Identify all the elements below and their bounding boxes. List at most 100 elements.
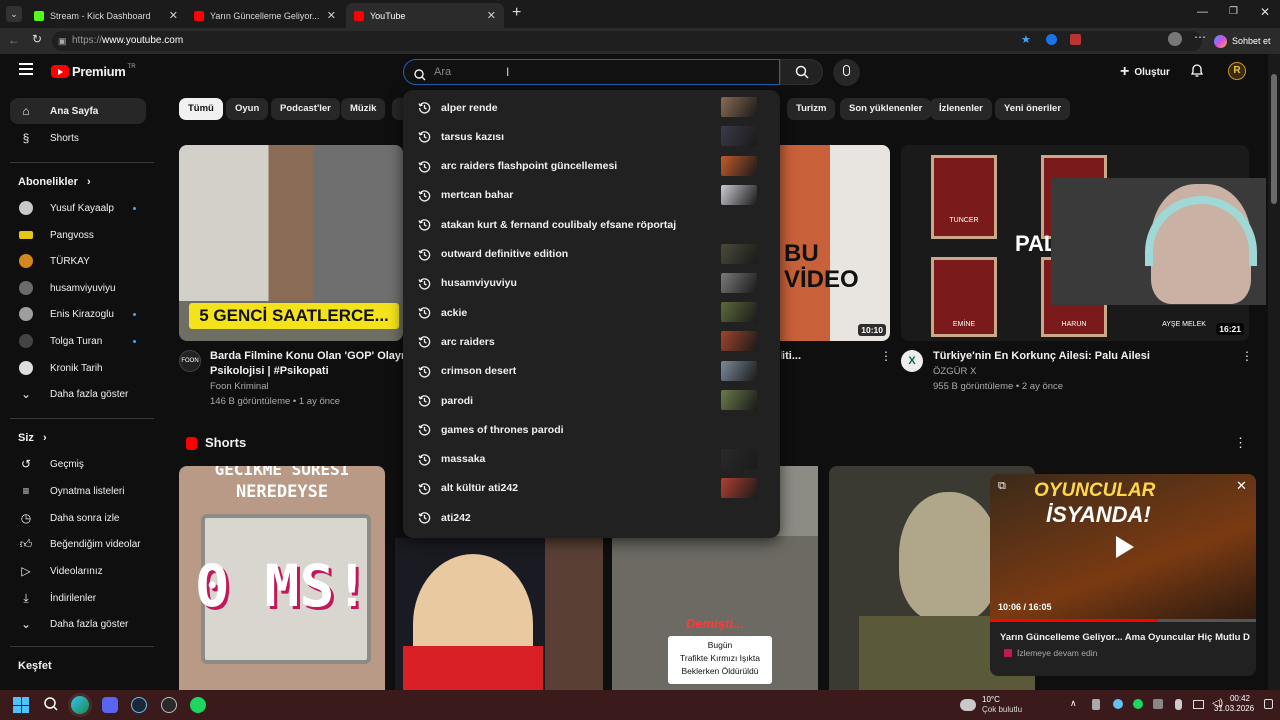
windows-start-icon[interactable] — [13, 697, 29, 713]
suggestion-thumbnail[interactable] — [721, 390, 757, 410]
sidebar-item-subscription[interactable]: TÜRKAY — [10, 248, 146, 274]
short-thumbnail[interactable]: GECİKME SÜRESİ NEREDEYSE 0 MS! — [179, 466, 385, 690]
window-close-button[interactable]: ✕ — [1260, 5, 1270, 19]
clock[interactable]: 00:42 31.03.2026 — [1214, 694, 1254, 714]
search-suggestion[interactable]: atakan kurt & fernand coulibaly efsane r… — [403, 210, 780, 239]
extension-icon[interactable] — [1070, 34, 1081, 45]
tray-icon[interactable] — [1153, 699, 1163, 709]
suggestion-thumbnail[interactable] — [721, 477, 757, 498]
video-title[interactable]: Barda Filmine Konu Olan 'GOP' Olayı: 17 … — [210, 349, 404, 379]
chip-music[interactable]: Müzik — [341, 98, 386, 120]
tab-youtube[interactable]: YouTube ✕ — [346, 3, 504, 28]
miniplayer[interactable]: OYUNCULAR İSYANDA! ⧉ ✕ 10:06 / 16:05 Yar… — [990, 474, 1256, 676]
suggestion-thumbnail[interactable] — [721, 243, 757, 264]
menu-icon[interactable] — [19, 63, 33, 75]
search-suggestion[interactable]: crimson desert — [403, 357, 780, 386]
video-thumbnail[interactable]: 5 GENCİ SAATLERCE... — [179, 145, 403, 341]
search-suggestion[interactable]: ackie — [403, 298, 780, 327]
search-suggestion[interactable]: mertcan bahar — [403, 181, 780, 210]
miniplayer-title[interactable]: Yarın Güncelleme Geliyor... Ama Oyuncula… — [1000, 630, 1250, 645]
search-icon[interactable] — [43, 696, 59, 717]
tab-kick-dashboard[interactable]: Stream - Kick Dashboard ✕ — [26, 3, 186, 28]
notification-icon[interactable] — [1264, 699, 1273, 709]
search-suggestion[interactable]: parodi — [403, 386, 780, 415]
sidebar-item-shorts[interactable]: § Shorts — [10, 125, 146, 151]
voice-search-button[interactable] — [833, 59, 860, 86]
favorite-star-icon[interactable]: ★ — [1021, 33, 1031, 46]
network-icon[interactable] — [1193, 700, 1204, 709]
suggestion-thumbnail[interactable] — [721, 448, 757, 469]
search-button[interactable] — [780, 59, 823, 85]
extension-icon[interactable] — [1046, 34, 1057, 45]
search-suggestion[interactable]: ati242 — [403, 503, 780, 532]
more-actions-icon[interactable]: ⋮ — [880, 349, 892, 363]
more-actions-icon[interactable]: ⋮ — [1241, 349, 1253, 363]
app-icon[interactable] — [161, 697, 177, 713]
you-header[interactable]: Siz › — [18, 432, 47, 444]
search-suggestion[interactable]: games of thrones parodi — [403, 415, 780, 444]
suggestion-thumbnail[interactable] — [721, 97, 757, 117]
maximize-button[interactable]: ❐ — [1229, 6, 1238, 17]
sidebar-item-subscription[interactable]: Enis Kirazoglu — [10, 301, 146, 327]
tray-icon[interactable] — [1092, 699, 1100, 710]
sidebar-show-more-you[interactable]: ⌄ Daha fazla göster — [10, 611, 146, 637]
sidebar-item-playlists[interactable]: ≡ Oynatma listeleri — [10, 478, 146, 504]
suggestion-thumbnail[interactable] — [721, 331, 757, 352]
subscriptions-header[interactable]: Abonelikler › — [18, 176, 91, 188]
suggestion-thumbnail[interactable] — [721, 126, 757, 147]
sidebar-item-subscription[interactable]: Kronik Tarih — [10, 355, 146, 381]
steam-tray-icon[interactable] — [1113, 699, 1123, 709]
chip-recently-uploaded[interactable]: Son yüklenenler — [840, 98, 932, 120]
refresh-icon[interactable]: ↻ — [32, 32, 42, 46]
back-icon[interactable]: ← — [8, 33, 20, 47]
spotify-icon[interactable] — [190, 697, 206, 713]
create-button[interactable]: + Oluştur — [1112, 60, 1178, 84]
close-icon[interactable]: ✕ — [327, 9, 336, 22]
discord-icon[interactable] — [102, 697, 118, 713]
suggestion-thumbnail[interactable] — [721, 184, 757, 205]
steam-icon[interactable] — [131, 697, 147, 713]
notifications-bell-icon[interactable] — [1190, 63, 1204, 83]
sidebar-item-watch-later[interactable]: ◷ Daha sonra izle — [10, 505, 146, 531]
more-menu-icon[interactable]: ⋯ — [1194, 30, 1206, 44]
sidebar-item-liked-videos[interactable]: 👍︎ Beğendiğim videolar — [10, 531, 146, 557]
tab-youtube-video[interactable]: Yarın Güncelleme Geliyor... Ama O ✕ — [186, 3, 344, 28]
channel-name[interactable]: Foon Kriminal — [210, 379, 269, 394]
shorts-more-icon[interactable]: ⋮ — [1234, 435, 1247, 451]
chip-podcasts[interactable]: Podcast'ler — [271, 98, 340, 120]
sidebar-item-subscription[interactable]: Tolga Turan — [10, 328, 146, 354]
close-icon[interactable]: ✕ — [487, 9, 496, 22]
sidebar-show-more-subscriptions[interactable]: ⌄ Daha fazla göster — [10, 381, 146, 407]
tab-list-button[interactable]: ⌄ — [6, 6, 22, 22]
sidebar-item-history[interactable]: ↺ Geçmiş — [10, 451, 146, 477]
video-title[interactable]: Türkiye'nin En Korkunç Ailesi: Palu Aile… — [933, 349, 1150, 364]
video-title[interactable]: ...editi — [781, 349, 801, 364]
chip-new-to-you[interactable]: Yeni öneriler — [995, 98, 1071, 120]
miniplayer-close-icon[interactable]: ✕ — [1236, 478, 1247, 494]
chevron-up-icon[interactable]: ∧ — [1070, 698, 1077, 709]
search-suggestion[interactable]: arc raiders flashpoint güncellemesi — [403, 152, 780, 181]
chip-tourism[interactable]: Turizm — [787, 98, 836, 120]
chip-watched[interactable]: İzlenenler — [930, 98, 992, 120]
miniplayer-fullscreen-icon[interactable]: ⧉ — [998, 480, 1006, 493]
miniplayer-resume[interactable]: İzlemeye devam edin — [1004, 648, 1097, 658]
minimize-button[interactable]: — — [1197, 6, 1208, 18]
search-suggestion[interactable]: massaka — [403, 445, 780, 474]
channel-avatar[interactable]: X — [901, 350, 923, 372]
short-thumbnail[interactable] — [395, 538, 603, 690]
sidebar-item-your-videos[interactable]: ▷ Videolarınız — [10, 558, 146, 584]
new-tab-button[interactable]: + — [512, 4, 521, 22]
video-thumbnail[interactable]: BU VİDEO 10:10 — [780, 145, 890, 341]
close-icon[interactable]: ✕ — [169, 9, 178, 22]
page-scrollbar[interactable] — [1268, 54, 1280, 690]
suggestion-thumbnail[interactable] — [721, 155, 757, 176]
weather-widget[interactable]: 10°C Çok bulutlu — [960, 693, 1022, 717]
sidebar-item-subscription[interactable]: Yusuf Kayaalp — [10, 195, 146, 221]
search-suggestion[interactable]: arc raiders — [403, 327, 780, 356]
chip-gaming[interactable]: Oyun — [226, 98, 269, 120]
suggestion-thumbnail[interactable] — [721, 302, 757, 323]
profile-avatar[interactable] — [1168, 32, 1182, 46]
sidebar-item-subscription[interactable]: Pangvoss — [10, 222, 146, 248]
chip-all[interactable]: Tümü — [179, 98, 223, 120]
microphone-icon[interactable] — [1175, 699, 1182, 710]
